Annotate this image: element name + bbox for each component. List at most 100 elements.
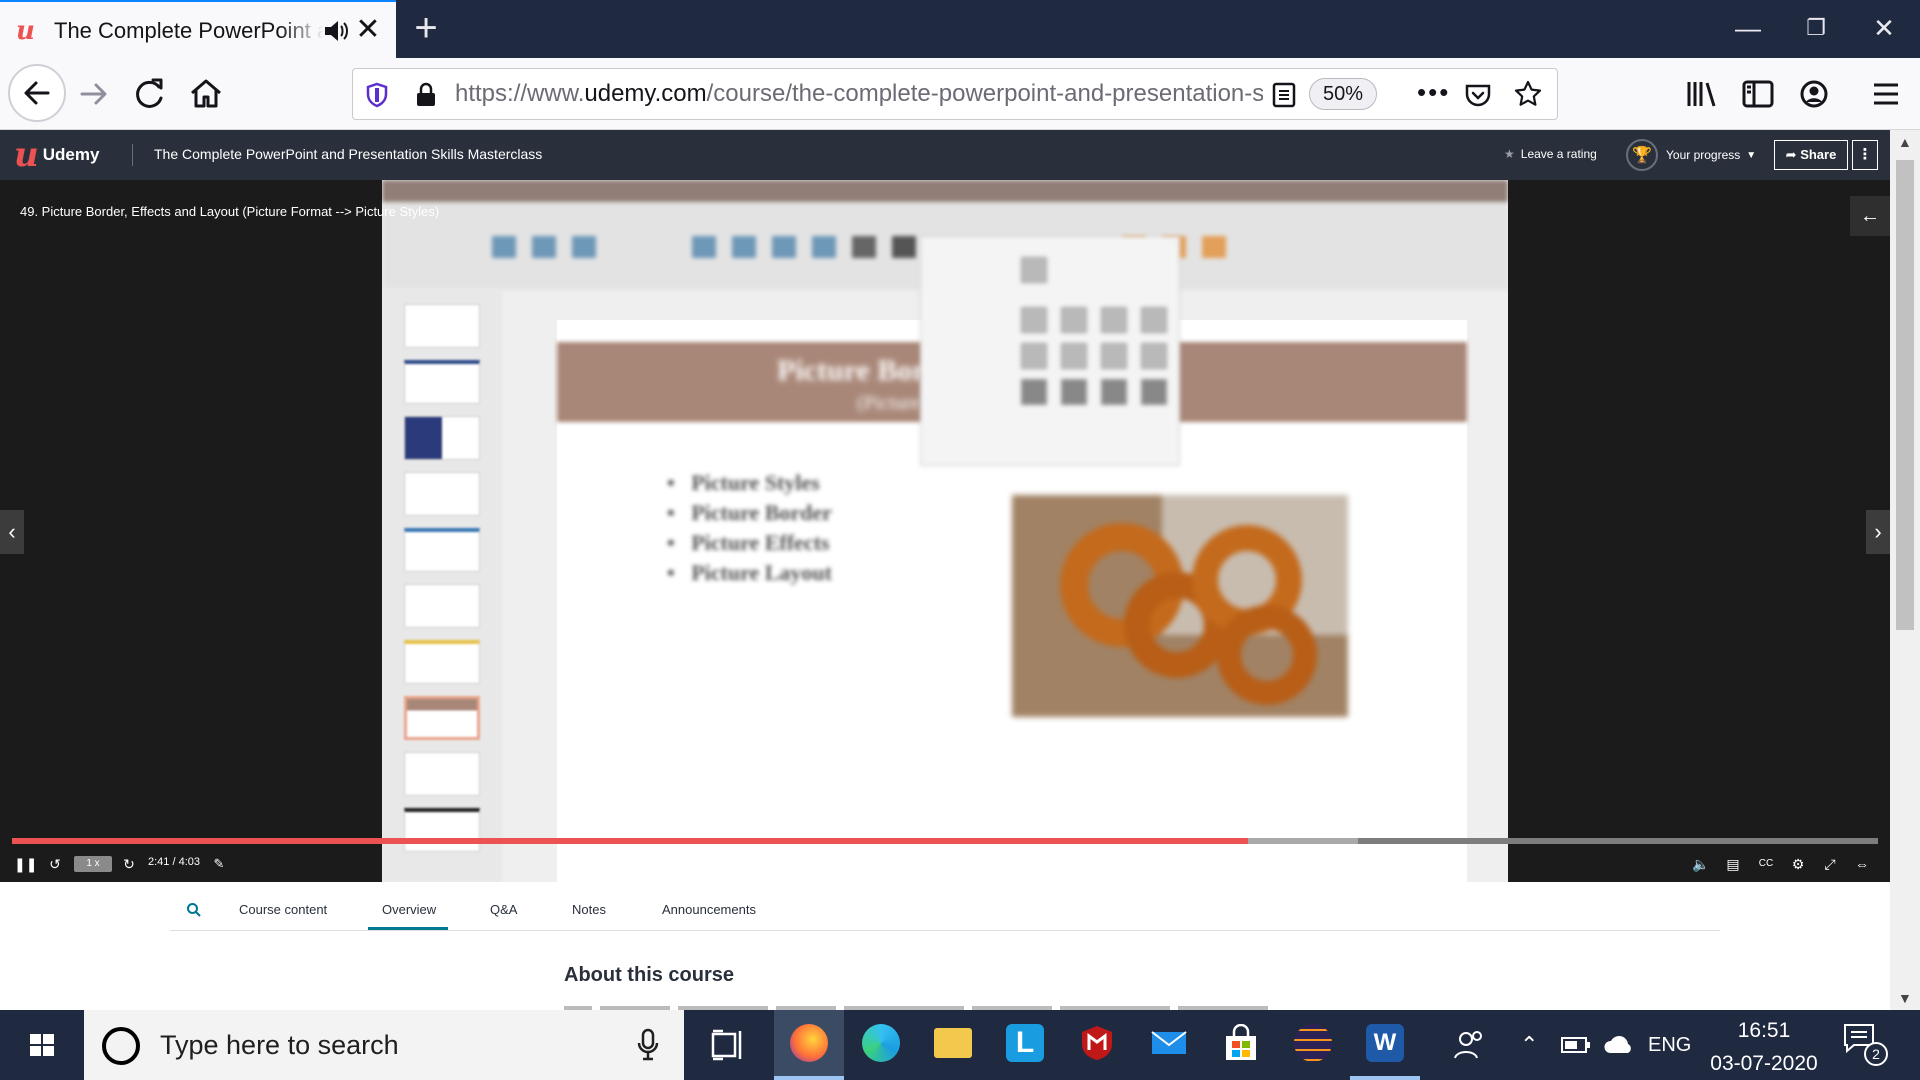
- show-sidebar-icon[interactable]: ←: [1850, 196, 1890, 236]
- eclipse-icon: [1294, 1024, 1332, 1062]
- video-frame[interactable]: Picture Border, Effe (Picture Format → P…: [382, 180, 1508, 882]
- taskbar-clock[interactable]: 16:51 03-07-2020: [1700, 1018, 1828, 1078]
- effect-preset: [1101, 379, 1127, 405]
- url-text[interactable]: https://www.udemy.com/course/the-complet…: [455, 80, 1263, 108]
- page-actions-more-icon[interactable]: •••: [1417, 77, 1450, 108]
- url-bar[interactable]: https://www.udemy.com/course/the-complet…: [352, 68, 1558, 120]
- taskbar-eclipse[interactable]: [1278, 1010, 1348, 1080]
- taskbar-word[interactable]: W: [1350, 1010, 1420, 1080]
- scrollbar-thumb[interactable]: [1896, 160, 1914, 630]
- bookmark-star-icon[interactable]: [1513, 79, 1543, 109]
- tab-overview[interactable]: Overview: [382, 902, 436, 917]
- udemy-logo-text: Udemy: [42, 145, 100, 164]
- slide-thumbnail-active: [404, 696, 480, 740]
- forward-skip-icon[interactable]: ↻: [118, 852, 140, 876]
- zoom-level-button[interactable]: 50%: [1309, 78, 1377, 110]
- your-progress-dropdown[interactable]: 🏆 Your progress ▼: [1626, 138, 1756, 172]
- scroll-up-icon[interactable]: ▲: [1898, 134, 1912, 150]
- tab-close-icon[interactable]: ✕: [354, 15, 382, 45]
- next-lecture-icon[interactable]: ›: [1866, 510, 1890, 554]
- taskbar-mail[interactable]: [1134, 1010, 1204, 1080]
- window-close-icon[interactable]: ✕: [1854, 8, 1914, 48]
- cortana-icon: [102, 1027, 140, 1065]
- captions-icon[interactable]: CC: [1754, 852, 1778, 876]
- action-center-button[interactable]: 2: [1842, 1022, 1892, 1070]
- playback-speed-button[interactable]: 1 x: [74, 856, 112, 872]
- ribbon-button: [812, 236, 836, 258]
- effect-preset: [1021, 257, 1047, 283]
- ppt-picture-effects-menu: [920, 236, 1180, 466]
- forward-icon[interactable]: [72, 72, 116, 116]
- shield-icon[interactable]: [363, 81, 391, 109]
- share-button[interactable]: ➦ Share: [1774, 140, 1848, 170]
- new-tab-button[interactable]: +: [406, 8, 446, 48]
- progress-bar[interactable]: [12, 838, 1878, 844]
- browser-tab[interactable]: u The Complete PowerPoint and Presentati…: [0, 0, 396, 58]
- taskbar-file-explorer[interactable]: [918, 1010, 988, 1080]
- page-scrollbar[interactable]: ▲ ▼: [1890, 130, 1920, 1010]
- onedrive-cloud-icon[interactable]: [1602, 1034, 1636, 1056]
- header-divider: [132, 144, 133, 166]
- task-view-icon[interactable]: [710, 1028, 746, 1062]
- udemy-logo[interactable]: u Udemy: [14, 135, 100, 175]
- show-hidden-icons-icon[interactable]: ⌃: [1520, 1030, 1538, 1060]
- library-icon[interactable]: [1680, 72, 1724, 116]
- microphone-icon[interactable]: [636, 1028, 660, 1062]
- slide-thumbnail: [404, 808, 480, 852]
- more-options-icon[interactable]: ⋮: [1852, 140, 1878, 170]
- home-icon[interactable]: [184, 72, 228, 116]
- account-icon[interactable]: [1792, 72, 1836, 116]
- tab-qa[interactable]: Q&A: [490, 902, 517, 917]
- rewind-icon[interactable]: ↺: [44, 852, 66, 876]
- ribbon-button: [532, 236, 556, 258]
- udemy-logo-mark: u: [14, 135, 39, 175]
- effect-preset: [1061, 343, 1087, 369]
- taskbar-search-box[interactable]: Type here to search: [84, 1010, 684, 1080]
- slide-bullet: • Picture Effects: [667, 530, 830, 555]
- taskbar-store[interactable]: [1206, 1010, 1276, 1080]
- leave-rating-label: Leave a rating: [1520, 147, 1597, 161]
- volume-icon[interactable]: 🔈: [1690, 852, 1712, 876]
- sidebar-icon[interactable]: [1736, 72, 1780, 116]
- search-icon[interactable]: [186, 902, 202, 918]
- effect-preset: [1141, 343, 1167, 369]
- video-player[interactable]: Picture Border, Effe (Picture Format → P…: [0, 180, 1890, 882]
- word-icon: W: [1366, 1024, 1404, 1062]
- tab-course-content[interactable]: Course content: [239, 902, 327, 917]
- battery-icon[interactable]: [1560, 1034, 1592, 1056]
- transcript-icon[interactable]: ▤: [1722, 852, 1744, 876]
- udemy-favicon: u: [16, 16, 35, 46]
- add-note-icon[interactable]: ✎: [208, 852, 230, 876]
- expand-view-icon[interactable]: ⇔: [1850, 852, 1874, 876]
- reader-view-icon[interactable]: [1271, 81, 1297, 109]
- slide-thumbnail: [404, 304, 480, 348]
- leave-rating-button[interactable]: ★ Leave a rating: [1504, 147, 1597, 161]
- effect-preset: [1061, 307, 1087, 333]
- mcafee-shield-icon: [1082, 1026, 1112, 1060]
- pocket-icon[interactable]: [1463, 81, 1493, 109]
- settings-gear-icon[interactable]: ⚙: [1786, 852, 1810, 876]
- taskbar-mcafee[interactable]: [1062, 1010, 1132, 1080]
- course-title[interactable]: The Complete PowerPoint and Presentation…: [154, 146, 542, 162]
- reload-icon[interactable]: [128, 72, 172, 116]
- pause-icon[interactable]: ❚❚: [14, 852, 37, 876]
- restore-icon[interactable]: ❐: [1786, 8, 1846, 48]
- taskbar-edge[interactable]: [846, 1010, 916, 1080]
- taskbar-firefox[interactable]: [774, 1010, 844, 1080]
- speaker-icon[interactable]: [322, 17, 350, 45]
- clock-time: 16:51: [1737, 1019, 1791, 1042]
- previous-lecture-icon[interactable]: ‹: [0, 510, 24, 554]
- ppt-title-band: [382, 180, 1508, 202]
- fullscreen-icon[interactable]: ⤢: [1818, 852, 1842, 876]
- input-language[interactable]: ENG: [1648, 1030, 1691, 1060]
- taskbar-l-app[interactable]: L: [990, 1010, 1060, 1080]
- tab-notes[interactable]: Notes: [572, 902, 606, 917]
- hamburger-menu-icon[interactable]: [1864, 72, 1908, 116]
- windows-start-icon[interactable]: [0, 1010, 84, 1080]
- lock-icon[interactable]: [413, 81, 439, 109]
- scroll-down-icon[interactable]: ▼: [1898, 990, 1912, 1006]
- back-button[interactable]: [8, 64, 66, 122]
- tab-announcements[interactable]: Announcements: [662, 902, 756, 917]
- people-icon[interactable]: [1452, 1028, 1486, 1062]
- minimize-icon[interactable]: —: [1718, 8, 1778, 48]
